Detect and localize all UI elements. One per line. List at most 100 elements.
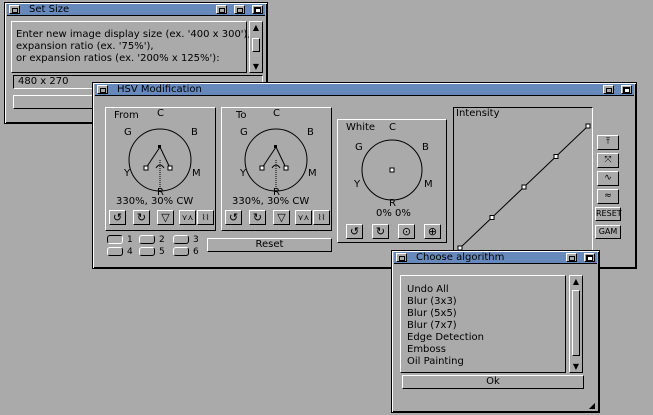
list-item[interactable]: Blur (7x7) (407, 320, 457, 332)
to-label: To (236, 110, 247, 121)
rotate-cw-icon[interactable]: ↻ (249, 210, 266, 225)
instruction-box: Enter new image display size (ex. '400 x… (11, 21, 251, 73)
zoom-gadget-icon[interactable] (603, 85, 614, 94)
intensity-point-3[interactable] (553, 154, 559, 159)
intensity-point-2[interactable] (521, 184, 527, 190)
algorithm-list[interactable]: Undo All Blur (3x3) Blur (5x5) Blur (7x7… (400, 275, 566, 373)
white-readout: 0% 0% (376, 208, 411, 219)
scroll-knob[interactable] (572, 290, 580, 356)
hsv-window: HSV Modification From C B G M Y R 330%, … (92, 82, 637, 269)
depth-gadget-icon[interactable] (621, 85, 632, 94)
slot-2-button[interactable] (139, 235, 155, 244)
intensity-graph[interactable]: Intensity (453, 107, 593, 253)
slot-5-label: 5 (159, 247, 165, 257)
slot-3-button[interactable] (173, 235, 189, 244)
from-wheel-g: G (124, 127, 132, 138)
wave-icon[interactable]: ⌇⌇ (313, 210, 330, 225)
slot-4-button[interactable] (107, 247, 123, 256)
choose-titlebar[interactable]: Choose algorithm (394, 252, 597, 264)
hsv-reset-button[interactable]: Reset (207, 238, 332, 252)
hsv-titlebar[interactable]: HSV Modification (95, 84, 634, 96)
to-wheel-c: C (273, 108, 280, 119)
to-wheel-y: Y (240, 168, 247, 179)
zoom-gadget-icon[interactable] (234, 5, 245, 14)
list-item[interactable]: Blur (5x5) (407, 308, 457, 320)
intensity-reset-button[interactable]: RESET (595, 207, 622, 221)
from-wheel-b: B (191, 127, 198, 138)
white-wheel-b: B (422, 142, 429, 153)
resize-gadget-icon[interactable]: ◢ (587, 401, 597, 410)
to-wheel-m: M (308, 168, 317, 179)
to-wheel-b: B (307, 127, 314, 138)
gamma-button[interactable]: GAM (595, 225, 621, 239)
white-wheel-g: G (355, 142, 363, 153)
spread-icon[interactable]: ⋎⋏ (179, 210, 196, 225)
curve-wave-icon[interactable]: ≈ (597, 189, 619, 204)
close-gadget-icon[interactable] (9, 5, 20, 14)
window-title: Choose algorithm (416, 251, 505, 263)
intensity-point-4[interactable] (585, 123, 591, 129)
from-box: From C B G M Y R 330%, 30% CW ↺ ↻ ▽ ⋎⋏ ⌇… (105, 107, 216, 231)
scroll-down-arrow-icon[interactable]: ▼ (251, 62, 261, 71)
list-item[interactable]: Edge Detection (407, 332, 484, 344)
choose-ok-button[interactable]: Ok (402, 375, 584, 389)
target-right-icon[interactable]: ⊙ (398, 224, 415, 239)
list-item[interactable]: Emboss (407, 344, 446, 356)
white-wheel-c: C (389, 122, 396, 133)
white-wheel-m: M (424, 179, 433, 190)
curve-invert-icon[interactable]: ⤧ (597, 153, 619, 168)
white-color-wheel[interactable] (358, 136, 428, 206)
target-center-icon[interactable]: ⊕ (424, 224, 441, 239)
curve-s-icon[interactable]: ∿ (597, 171, 619, 186)
list-item[interactable]: Blur (3x3) (407, 296, 457, 308)
depth-gadget-icon[interactable] (584, 253, 595, 262)
close-gadget-icon[interactable] (97, 85, 108, 94)
rotate-cw-icon[interactable]: ↻ (133, 210, 150, 225)
depth-gadget-icon[interactable] (252, 5, 263, 14)
scroll-knob[interactable] (252, 38, 260, 52)
close-gadget-icon[interactable] (396, 253, 407, 262)
slot-3-label: 3 (193, 235, 199, 245)
curve-linear-icon[interactable]: ⤒ (597, 135, 619, 150)
scroll-up-arrow-icon[interactable]: ▲ (571, 277, 581, 286)
rotate-ccw-icon[interactable]: ↺ (225, 210, 242, 225)
algorithm-scrollbar[interactable]: ▲ ▼ (569, 275, 583, 373)
instruction-scrollbar[interactable]: ▲ ▼ (249, 21, 263, 73)
intensity-curve[interactable] (454, 108, 594, 254)
to-readout: 330%, 30% CW (232, 196, 310, 207)
window-title: Set Size (29, 3, 70, 15)
funnel-icon[interactable]: ▽ (157, 210, 174, 225)
intensity-point-1[interactable] (489, 215, 495, 220)
to-wheel-g: G (240, 127, 248, 138)
rotate-ccw-icon[interactable]: ↺ (109, 210, 126, 225)
zoom-gadget-icon[interactable] (566, 253, 577, 262)
iconify-gadget-icon[interactable] (216, 5, 227, 14)
scroll-down-arrow-icon[interactable]: ▼ (571, 362, 581, 371)
from-wheel-y: Y (124, 168, 131, 179)
slot-6-button[interactable] (173, 247, 189, 256)
size-input-value: 480 x 270 (18, 76, 69, 87)
from-label: From (114, 110, 139, 121)
wave-icon[interactable]: ⌇⌇ (197, 210, 214, 225)
list-item[interactable]: Undo All (407, 284, 449, 296)
scroll-up-arrow-icon[interactable]: ▲ (251, 23, 261, 32)
funnel-icon[interactable]: ▽ (273, 210, 290, 225)
rotate-cw-icon[interactable]: ↻ (372, 224, 389, 239)
set-size-titlebar[interactable]: Set Size (7, 4, 265, 16)
list-item[interactable]: Oil Painting (407, 356, 464, 368)
rotate-ccw-icon[interactable]: ↺ (346, 224, 363, 239)
instruction-line-2: expansion ratio (ex. '75%'), (16, 41, 154, 52)
slot-5-button[interactable] (139, 247, 155, 256)
window-title: HSV Modification (117, 83, 202, 95)
slot-2-label: 2 (159, 235, 165, 245)
slot-4-label: 4 (127, 247, 133, 257)
slot-1-label: 1 (127, 235, 133, 245)
spread-icon[interactable]: ⋎⋏ (295, 210, 312, 225)
from-color-wheel[interactable] (126, 124, 196, 194)
to-box: To C B G M Y R 330%, 30% CW ↺ ↻ ▽ ⋎⋏ ⌇⌇ (221, 107, 332, 231)
white-label: White (346, 122, 376, 133)
to-color-wheel[interactable] (242, 124, 312, 194)
white-box: White C B G M Y R 0% 0% ↺ ↻ ⊙ ⊕ (337, 119, 447, 243)
from-wheel-c: C (157, 108, 164, 119)
slot-1-button[interactable] (107, 235, 123, 244)
